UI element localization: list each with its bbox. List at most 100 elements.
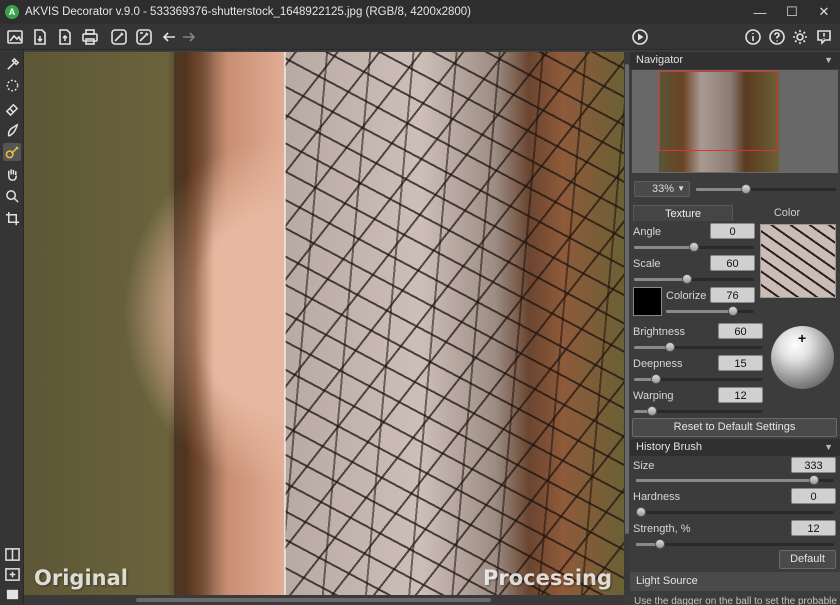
size-label: Size [633,460,655,472]
history-brush-header[interactable]: History Brush ▼ [630,439,840,456]
deepness-slider-knob[interactable] [650,374,661,384]
horizontal-scroll-thumb[interactable] [136,598,491,602]
scale-slider-fill [634,278,687,281]
history-brush-title: History Brush [636,441,703,453]
reset-defaults-button[interactable]: Reset to Default Settings [632,418,837,437]
undo-icon[interactable] [160,28,178,46]
tab-texture[interactable]: Texture [633,205,733,221]
brightness-value[interactable]: 60 [718,323,763,339]
fullscreen-view-icon[interactable] [3,585,21,603]
brush-settings-icon[interactable] [110,28,128,46]
main-toolbar [0,24,840,50]
navigator-header[interactable]: Navigator ▼ [630,52,840,69]
original-hair [174,52,214,595]
window-title: AKVIS Decorator v.9.0 - 533369376-shutte… [25,6,472,18]
angle-slider[interactable] [634,242,754,252]
eraser-icon[interactable] [3,99,21,117]
zoom-slider-fill [696,188,747,191]
angle-slider-knob[interactable] [689,242,699,252]
open-icon[interactable] [6,28,24,46]
light-source-header[interactable]: Light Source [630,572,840,591]
chevron-down-icon[interactable]: ▼ [824,439,833,456]
zoom-slider[interactable] [696,184,836,194]
selection-brush-icon[interactable] [3,55,21,73]
navigator-viewport-frame[interactable] [659,71,778,151]
crop-icon[interactable] [3,209,21,227]
maximize-button[interactable]: ☐ [776,0,808,24]
light-source-title: Light Source [636,575,698,587]
window-controls: — ☐ ✕ [744,0,840,24]
close-button[interactable]: ✕ [808,0,840,24]
colorize-value[interactable]: 76 [710,287,755,303]
lasso-icon[interactable] [3,77,21,95]
tab-color[interactable]: Color [737,205,837,221]
deepness-slider[interactable] [634,374,762,384]
texture-preview[interactable] [760,224,836,298]
akvis-logo-icon: A [5,5,19,19]
size-value[interactable]: 333 [791,457,836,473]
help-icon[interactable] [768,28,786,46]
horizontal-scrollbar[interactable] [24,595,624,605]
light-source-hint: Use the dagger on the ball to set the pr… [634,596,837,605]
zoom-dropdown[interactable]: 33% ▼ [634,181,690,197]
size-slider-fill [636,479,815,482]
save-icon[interactable] [31,28,49,46]
info-icon[interactable] [744,28,762,46]
save-as-icon[interactable] [56,28,74,46]
play-icon[interactable] [631,28,649,46]
brightness-slider[interactable] [634,342,762,352]
settings-icon[interactable] [791,28,809,46]
processed-image [285,52,624,595]
before-after-divider[interactable] [284,52,286,595]
deepness-label: Deepness [633,358,683,370]
chevron-down-icon[interactable]: ▼ [824,52,833,69]
zoom-slider-knob[interactable] [741,184,752,194]
warping-slider-knob[interactable] [646,406,657,416]
smudge-brush-icon[interactable] [3,121,21,139]
split-view-icon[interactable] [3,545,21,563]
title-bar: A AKVIS Decorator v.9.0 - 533369376-shut… [0,0,840,24]
scale-label: Scale [633,258,661,270]
size-slider[interactable] [636,475,834,485]
hardness-slider-knob[interactable] [636,507,646,517]
vertical-scroll-thumb[interactable] [625,64,629,534]
navigator-view[interactable] [632,70,838,173]
original-image [24,52,285,595]
scale-value[interactable]: 60 [710,255,755,271]
history-brush-tool-icon[interactable] [3,143,21,161]
warping-label: Warping [633,390,674,402]
angle-label: Angle [633,226,662,238]
redo-icon[interactable] [180,28,198,46]
size-slider-knob[interactable] [809,475,820,485]
deepness-value[interactable]: 15 [718,355,763,371]
minimize-button[interactable]: — [744,0,776,24]
strength-slider[interactable] [636,539,834,549]
strength-label: Strength, % [633,523,691,535]
strength-value[interactable]: 12 [791,520,836,536]
scale-slider[interactable] [634,274,754,284]
warping-slider[interactable] [634,406,762,416]
hand-icon[interactable] [3,165,21,183]
hardness-value[interactable]: 0 [791,488,836,504]
colorize-slider-knob[interactable] [727,306,738,316]
strength-slider-knob[interactable] [654,539,665,549]
original-label: Original [34,566,128,590]
hardness-slider[interactable] [636,507,834,517]
brightness-slider-knob[interactable] [664,342,675,352]
notification-icon[interactable] [815,28,833,46]
image-canvas[interactable]: Original Processing [24,52,624,595]
view-mode-icon[interactable] [3,565,21,583]
light-dagger-icon[interactable]: + [798,330,806,346]
colorize-color-swatch[interactable] [633,287,662,316]
history-brush-icon[interactable] [135,28,153,46]
brightness-label: Brightness [633,326,685,338]
warping-value[interactable]: 12 [718,387,763,403]
scale-slider-knob[interactable] [681,274,692,284]
zoom-icon[interactable] [3,187,21,205]
colorize-slider[interactable] [666,306,754,316]
angle-value[interactable]: 0 [710,223,755,239]
light-source-ball[interactable]: + [771,326,834,389]
default-button[interactable]: Default [779,550,836,569]
angle-slider-fill [634,246,694,249]
print-icon[interactable] [81,28,99,46]
